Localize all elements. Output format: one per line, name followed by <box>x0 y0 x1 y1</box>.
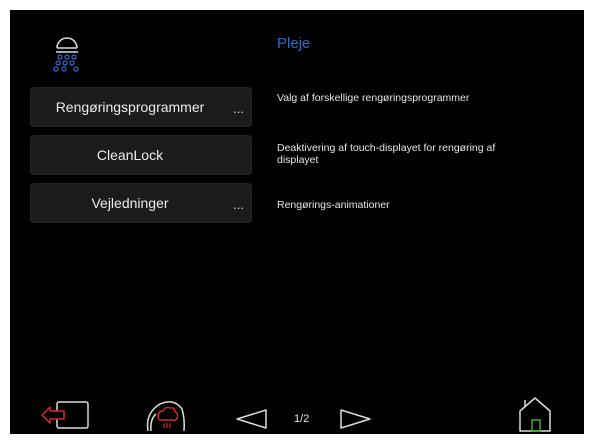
care-brush-icon[interactable] <box>142 397 188 433</box>
menu-item-label: Vejledninger <box>91 195 169 211</box>
next-arrow-icon[interactable] <box>339 408 373 430</box>
menu-item-description: Rengørings-animationer <box>277 199 390 211</box>
screen: Pleje Rengøringsprogrammer ... Valg af f… <box>10 10 584 434</box>
page-indicator: 1/2 <box>294 413 310 425</box>
menu-item-description: Deaktivering af touch-displayet for reng… <box>277 142 496 166</box>
home-icon[interactable] <box>517 395 553 433</box>
shower-icon <box>48 24 86 74</box>
menu-item-label: Rengøringsprogrammer <box>55 99 205 115</box>
vejledninger-button[interactable]: Vejledninger ... <box>30 183 252 223</box>
page-title: Pleje <box>277 35 311 52</box>
previous-arrow-icon[interactable] <box>234 408 268 430</box>
more-indicator: ... <box>233 101 244 116</box>
exit-icon[interactable] <box>40 399 92 431</box>
menu-item-label: CleanLock <box>96 147 164 163</box>
cleanlock-button[interactable]: CleanLock <box>30 135 252 175</box>
menu-item-description: Valg af forskellige rengøringsprogrammer <box>277 92 470 104</box>
more-indicator: ... <box>233 197 244 212</box>
rengoeringsprogrammer-button[interactable]: Rengøringsprogrammer ... <box>30 87 252 127</box>
